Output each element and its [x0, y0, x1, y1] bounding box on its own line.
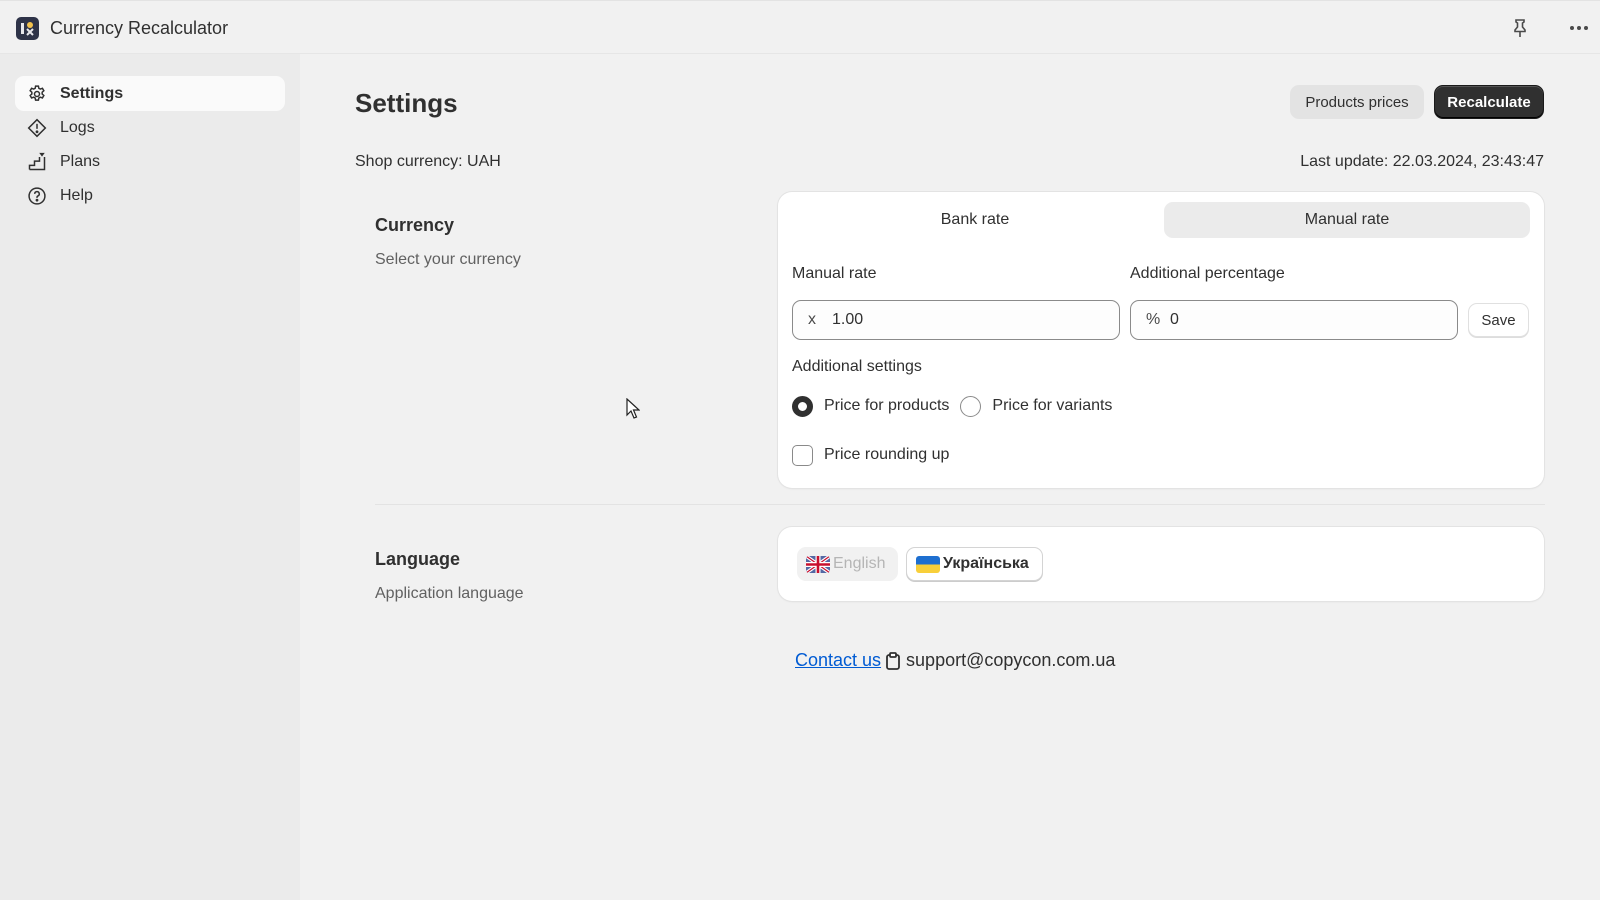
- tab-manual-rate[interactable]: Manual rate: [1164, 202, 1530, 238]
- clipboard-icon[interactable]: [885, 651, 901, 670]
- question-circle-icon: [27, 186, 47, 206]
- last-update-text: Last update: 22.03.2024, 23:43:47: [1300, 153, 1544, 170]
- contact-row: Contact us support@copycon.com.ua: [795, 650, 1115, 671]
- language-section-subtitle: Application language: [375, 585, 524, 602]
- currency-section-title: Currency: [375, 215, 455, 235]
- manual-rate-field[interactable]: x: [792, 300, 1120, 340]
- mouse-cursor-icon: [626, 397, 641, 420]
- uk-flag-icon: [806, 555, 830, 573]
- products-prices-button[interactable]: Products prices: [1290, 85, 1424, 119]
- main-content: Settings Products prices Recalculate Sho…: [300, 54, 1600, 900]
- tab-bank-rate[interactable]: Bank rate: [792, 202, 1158, 238]
- language-ukrainian-label: Українська: [943, 555, 1029, 572]
- pin-icon[interactable]: [1508, 16, 1532, 40]
- additional-settings-label: Additional settings: [792, 358, 922, 375]
- language-english-label: English: [833, 555, 886, 572]
- alert-diamond-icon: [27, 118, 47, 138]
- price-for-variants-radio[interactable]: [960, 395, 982, 417]
- page-title: Settings: [355, 88, 458, 118]
- manual-rate-input[interactable]: [832, 311, 1102, 329]
- price-rounding-checkbox[interactable]: [792, 444, 813, 466]
- multiply-prefix: x: [808, 311, 816, 328]
- price-rounding-label[interactable]: Price rounding up: [824, 446, 949, 464]
- app-title: Currency Recalculator: [50, 18, 229, 38]
- language-card: English Українська: [778, 527, 1544, 601]
- price-for-products-radio[interactable]: [792, 395, 813, 417]
- additional-percentage-field[interactable]: %: [1130, 300, 1458, 340]
- price-rounding-row: Price rounding up: [792, 443, 960, 467]
- title-bar: Currency Recalculator: [0, 0, 1600, 54]
- percent-prefix: %: [1146, 311, 1161, 328]
- sidebar-item-label: Settings: [60, 84, 124, 102]
- more-horizontal-icon[interactable]: [1567, 16, 1591, 40]
- sidebar-item-help[interactable]: Help: [15, 178, 285, 213]
- sidebar-item-label: Help: [60, 186, 93, 204]
- stairs-icon: [27, 152, 47, 172]
- ukraine-flag-icon: [916, 555, 940, 573]
- currency-section-subtitle: Select your currency: [375, 251, 521, 268]
- language-english-button[interactable]: English: [797, 547, 899, 581]
- sidebar: Settings Logs Plans Help: [0, 54, 300, 900]
- sidebar-item-label: Plans: [60, 152, 101, 170]
- additional-percentage-label: Additional percentage: [1130, 265, 1285, 282]
- language-ukrainian-button[interactable]: Українська: [906, 547, 1043, 581]
- support-email: support@copycon.com.ua: [906, 650, 1116, 670]
- sidebar-item-plans[interactable]: Plans: [15, 144, 285, 179]
- sidebar-item-settings[interactable]: Settings: [15, 76, 285, 111]
- gear-icon: [27, 84, 47, 104]
- app-logo-icon: [16, 17, 39, 40]
- price-target-radio-group: Price for products Price for variants: [792, 394, 1123, 418]
- additional-percentage-input[interactable]: [1170, 311, 1440, 329]
- currency-card: Bank rate Manual rate Manual rate Additi…: [778, 192, 1544, 488]
- rate-tabs: Bank rate Manual rate: [792, 202, 1530, 238]
- price-for-products-label[interactable]: Price for products: [824, 397, 949, 415]
- recalculate-button[interactable]: Recalculate: [1434, 85, 1544, 119]
- shop-currency-text: Shop currency: UAH: [355, 153, 501, 170]
- language-section-title: Language: [375, 549, 461, 569]
- manual-rate-label: Manual rate: [792, 265, 877, 282]
- save-button[interactable]: Save: [1468, 303, 1529, 337]
- contact-us-link[interactable]: Contact us: [795, 650, 881, 671]
- price-for-variants-label[interactable]: Price for variants: [992, 397, 1112, 415]
- sidebar-item-logs[interactable]: Logs: [15, 110, 285, 145]
- sidebar-item-label: Logs: [60, 118, 95, 136]
- section-divider: [375, 504, 1545, 505]
